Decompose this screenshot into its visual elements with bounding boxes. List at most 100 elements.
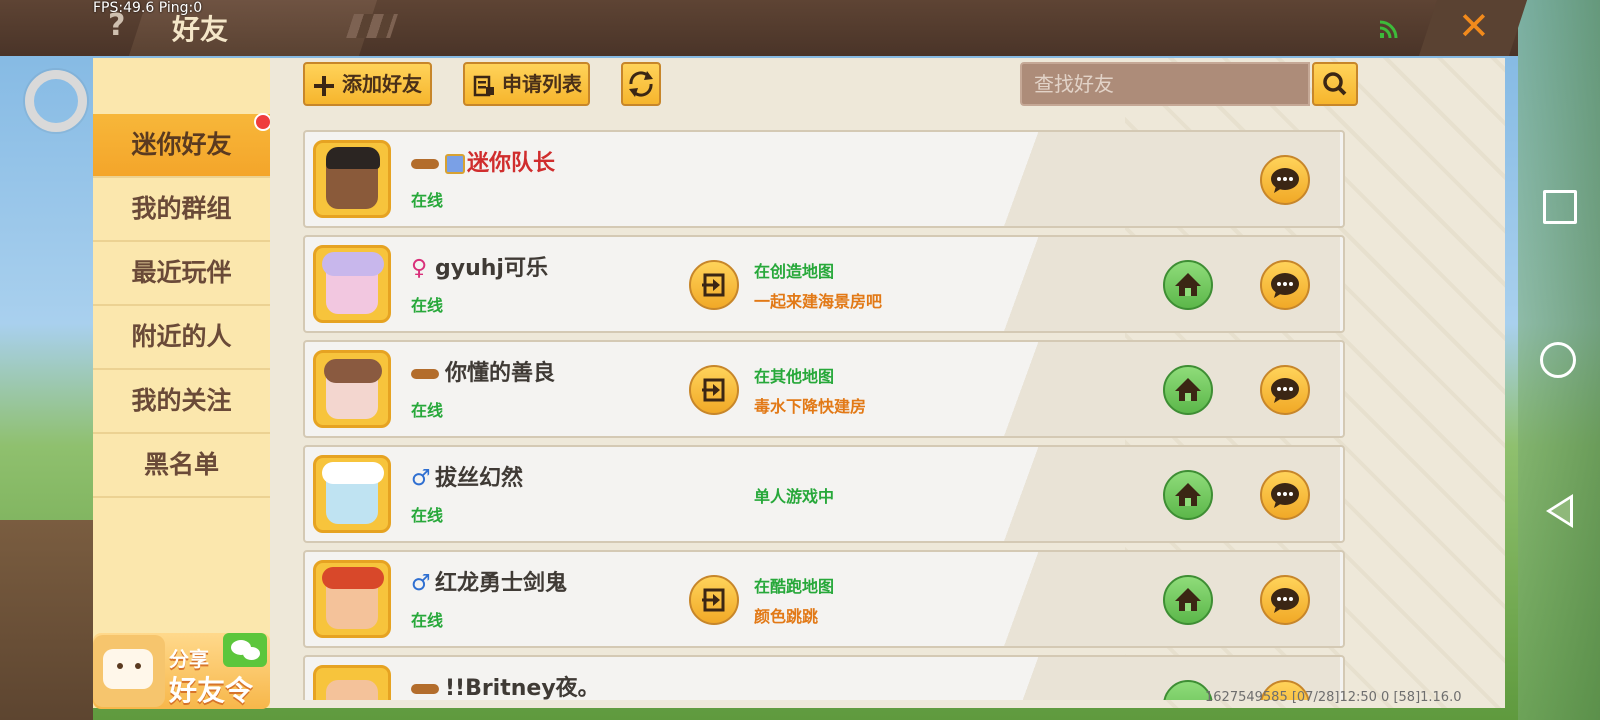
enter-icon — [702, 378, 725, 402]
friend-name: gyuhj可乐 — [435, 256, 548, 281]
friend-name: 拔丝幻然 — [435, 466, 524, 491]
sidebar-item-blacklist[interactable]: 黑名单 — [93, 434, 270, 498]
friend-avatar[interactable] — [313, 140, 391, 218]
mask-icon — [411, 159, 439, 169]
friend-avatar[interactable] — [313, 455, 391, 533]
friend-name-row: 迷你队长 — [411, 145, 555, 177]
female-icon: ♀ — [411, 256, 428, 281]
chat-icon — [1271, 273, 1299, 298]
refresh-icon — [629, 71, 653, 97]
enter-icon — [702, 588, 725, 612]
status-room: 毒水下降快建房 — [754, 397, 867, 416]
recent-apps-button[interactable] — [1543, 190, 1577, 224]
chat-icon — [1271, 483, 1299, 508]
background-block — [0, 520, 93, 720]
search-icon — [1323, 72, 1347, 96]
wifi-signal-icon — [1379, 20, 1398, 39]
visit-home-button[interactable] — [1163, 575, 1213, 625]
friend-row[interactable]: !!Britney夜。 — [303, 655, 1345, 700]
add-friend-label: 添加好友 — [341, 72, 422, 96]
sidebar-item-recent-playmates[interactable]: 最近玩伴 — [93, 242, 270, 306]
friend-row[interactable]: 迷你队长 在线 — [303, 130, 1345, 228]
chat-button[interactable] — [1260, 470, 1310, 520]
online-status: 在线 — [411, 506, 444, 525]
online-status: 在线 — [411, 191, 444, 210]
male-icon: ♂ — [411, 466, 431, 491]
online-status: 在线 — [411, 296, 444, 315]
apply-list-button[interactable]: 申请列表 — [463, 62, 590, 106]
friend-name-row: ♂ 红龙勇士剑鬼 — [411, 565, 567, 597]
friend-row[interactable]: ♂ 拔丝幻然 在线 单人游戏中 — [303, 445, 1345, 543]
title-decoration — [346, 14, 398, 38]
page-title: 好友 — [172, 13, 229, 46]
friend-avatar[interactable] — [313, 245, 391, 323]
friend-name-row: ♀ gyuhj可乐 — [411, 250, 548, 282]
status-room: 一起来建海景房吧 — [754, 292, 883, 311]
visit-home-button[interactable] — [1163, 260, 1213, 310]
status-map: 在创造地图 — [754, 262, 835, 281]
online-status: 在线 — [411, 401, 444, 420]
friend-name: !!Britney夜。 — [445, 676, 600, 700]
friend-name: 红龙勇士剑鬼 — [435, 571, 568, 596]
friend-name-row: !!Britney夜。 — [411, 670, 600, 700]
status-room: 颜色跳跳 — [754, 607, 819, 626]
search-friend-input[interactable] — [1020, 62, 1310, 106]
visit-home-button[interactable] — [1163, 365, 1213, 415]
vip-badge-icon — [445, 154, 465, 174]
friend-name-row: ♂ 拔丝幻然 — [411, 460, 523, 492]
apply-list-label: 申请列表 — [501, 72, 582, 96]
enter-map-button[interactable] — [689, 260, 739, 310]
share-friend-token-button[interactable]: 分享 好友令 — [93, 633, 270, 709]
chat-button[interactable] — [1260, 260, 1310, 310]
share-title: 好友令 — [169, 674, 254, 707]
chat-button[interactable] — [1260, 365, 1310, 415]
help-icon[interactable]: ? — [108, 8, 125, 43]
visit-home-button[interactable] — [1163, 470, 1213, 520]
friend-name: 你懂的善良 — [445, 361, 556, 386]
sidebar-item-mini-friends[interactable]: 迷你好友 — [93, 114, 270, 178]
friend-row[interactable]: ♂ 红龙勇士剑鬼 在线 在酷跑地图 颜色跳跳 — [303, 550, 1345, 648]
chat-button[interactable] — [1260, 155, 1310, 205]
home-icon — [1175, 378, 1201, 401]
home-icon — [1175, 483, 1201, 506]
floating-assist-button[interactable] — [25, 70, 87, 132]
mask-icon — [411, 684, 439, 694]
status-map: 在酷跑地图 — [754, 577, 835, 596]
friend-avatar[interactable] — [313, 560, 391, 638]
online-status: 在线 — [411, 611, 444, 630]
friend-row[interactable]: ♀ gyuhj可乐 在线 在创造地图 一起来建海景房吧 — [303, 235, 1345, 333]
chat-icon — [1271, 168, 1299, 193]
search-button[interactable] — [1312, 62, 1358, 106]
chat-button[interactable] — [1260, 575, 1310, 625]
chat-icon — [1271, 378, 1299, 403]
male-icon: ♂ — [411, 571, 431, 596]
home-icon — [1175, 273, 1201, 296]
status-map: 单人游戏中 — [754, 487, 835, 506]
enter-map-button[interactable] — [689, 365, 739, 415]
sidebar-item-following[interactable]: 我的关注 — [93, 370, 270, 434]
sidebar-item-my-groups[interactable]: 我的群组 — [93, 178, 270, 242]
enter-icon — [702, 273, 725, 297]
friend-list[interactable]: 迷你队长 在线 ♀ gyuhj可乐 在线 在创造地图 一起来建海景房吧 你懂的善良 — [290, 128, 1350, 700]
friend-row[interactable]: 你懂的善良 在线 在其他地图 毒水下降快建房 — [303, 340, 1345, 438]
friend-avatar[interactable] — [313, 350, 391, 428]
home-nav-button[interactable] — [1540, 342, 1576, 378]
mascot-icon — [93, 635, 165, 707]
build-info: 1627549585 [07/28]12:50 0 [58]1.16.0 — [1205, 690, 1462, 705]
status-map: 在其他地图 — [754, 367, 835, 386]
friend-avatar[interactable] — [313, 665, 391, 700]
enter-map-button[interactable] — [689, 575, 739, 625]
share-label: 分享 — [169, 647, 209, 671]
close-icon[interactable]: ✕ — [1458, 4, 1490, 48]
friend-name: 迷你队长 — [467, 151, 556, 176]
list-icon — [473, 75, 494, 96]
friend-name-row: 你懂的善良 — [411, 355, 555, 387]
back-nav-button[interactable] — [1546, 494, 1573, 528]
chat-icon — [1271, 588, 1299, 613]
sidebar-item-nearby[interactable]: 附近的人 — [93, 306, 270, 370]
sidebar: 迷你好友 我的群组 最近玩伴 附近的人 我的关注 黑名单 — [93, 58, 270, 708]
mask-icon — [411, 369, 439, 379]
add-friend-button[interactable]: 添加好友 — [303, 62, 432, 106]
refresh-button[interactable] — [621, 62, 661, 106]
home-icon — [1175, 588, 1201, 611]
